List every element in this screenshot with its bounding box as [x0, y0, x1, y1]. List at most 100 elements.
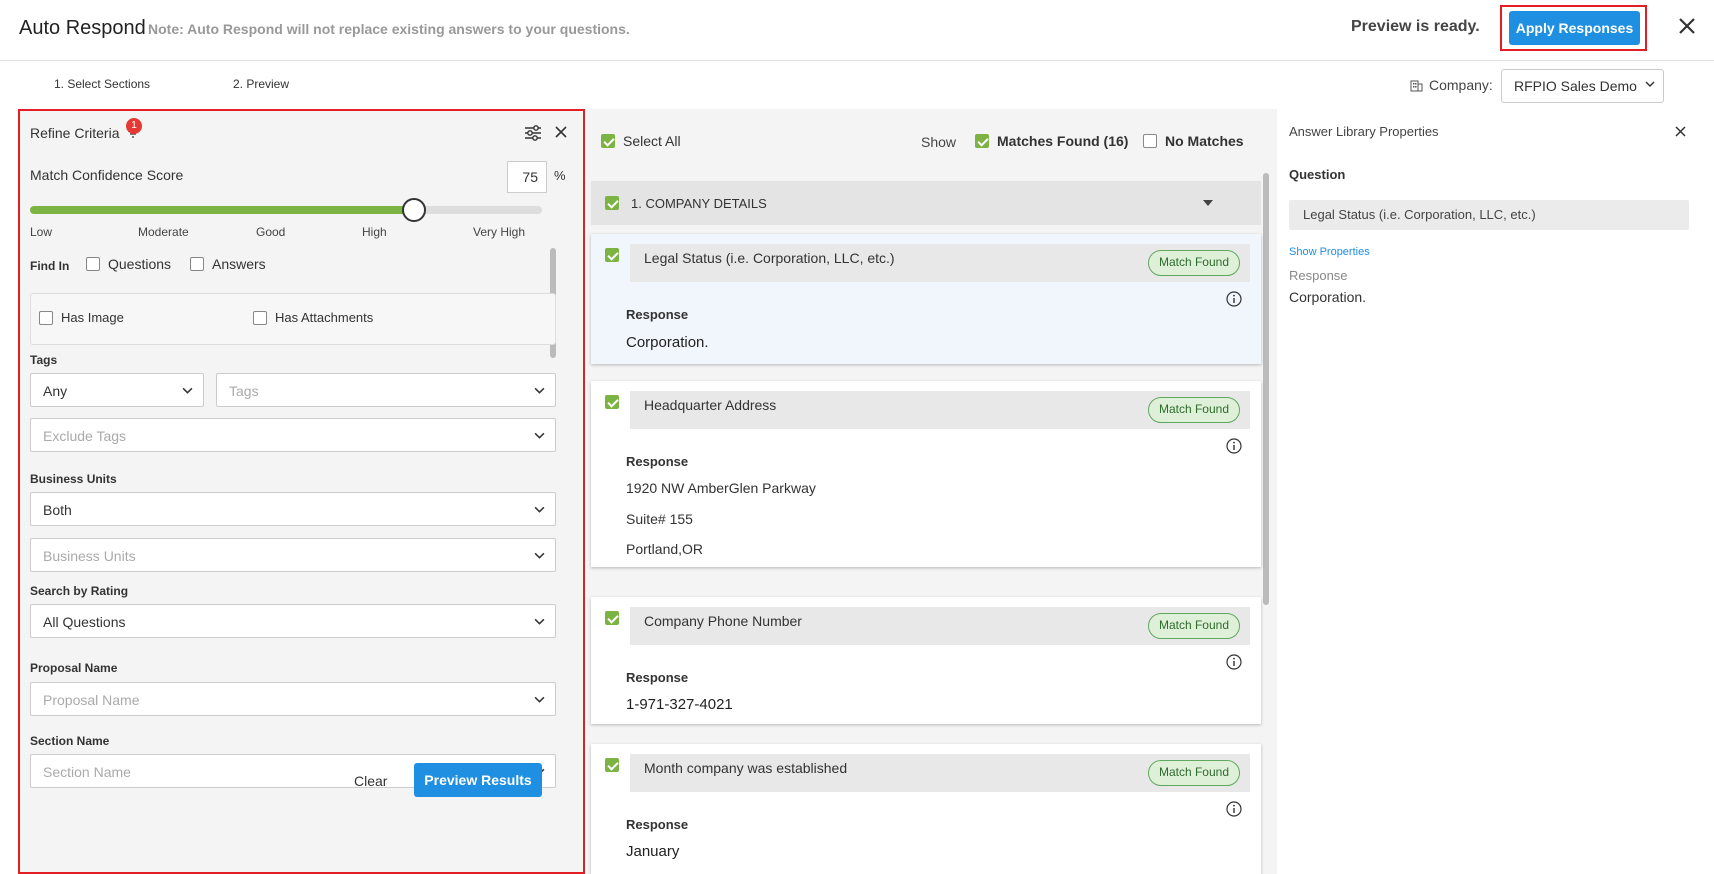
- response-text: Corporation.: [626, 334, 709, 351]
- response-line: Portland,OR: [626, 541, 704, 557]
- caret-down-icon[interactable]: [1203, 200, 1213, 206]
- find-in-answers[interactable]: Answers: [190, 256, 266, 272]
- section-checkbox[interactable]: [605, 196, 619, 210]
- business-units-value: Both: [43, 502, 72, 518]
- matches-found-filter[interactable]: Matches Found (16): [975, 133, 1128, 149]
- section-title: 1. COMPANY DETAILS: [631, 196, 767, 211]
- question-bar: Company Phone Number Match Found: [630, 607, 1250, 645]
- properties-question: Legal Status (i.e. Corporation, LLC, etc…: [1289, 200, 1689, 230]
- close-properties-icon[interactable]: [1675, 122, 1686, 142]
- has-attachments-checkbox[interactable]: [253, 310, 267, 325]
- question-text: Month company was established: [644, 760, 848, 776]
- info-icon[interactable]: [1226, 654, 1242, 670]
- result-card[interactable]: Headquarter Address Match Found Response…: [591, 381, 1261, 567]
- header-bar: Auto Respond Note: Auto Respond will not…: [0, 0, 1714, 61]
- scale-very-high: Very High: [473, 225, 526, 239]
- chevron-down-icon: [534, 432, 545, 439]
- tags-select[interactable]: Tags: [216, 373, 556, 407]
- close-icon[interactable]: [1677, 16, 1697, 40]
- clear-button[interactable]: Clear: [354, 773, 387, 789]
- question-bar: Month company was established Match Foun…: [630, 754, 1250, 792]
- response-line: 1920 NW AmberGlen Parkway: [626, 480, 816, 496]
- filter-count-badge: 1: [126, 118, 142, 134]
- business-units-select[interactable]: Business Units: [30, 538, 556, 572]
- question-text: Company Phone Number: [644, 613, 802, 629]
- matches-found-label: Matches Found (16): [997, 133, 1129, 149]
- exclude-tags-select[interactable]: Exclude Tags: [30, 418, 556, 452]
- no-matches-checkbox[interactable]: [1143, 134, 1157, 148]
- question-text: Legal Status (i.e. Corporation, LLC, etc…: [644, 250, 895, 266]
- rating-select[interactable]: All Questions: [30, 604, 556, 638]
- chevron-down-icon: [534, 696, 545, 703]
- response-text: January: [626, 843, 680, 860]
- answers-checkbox[interactable]: [190, 257, 204, 271]
- select-all-checkbox[interactable]: [601, 134, 615, 148]
- tags-mode-value: Any: [43, 383, 68, 399]
- result-card[interactable]: Month company was established Match Foun…: [591, 744, 1261, 874]
- step-preview[interactable]: 2. Preview: [233, 77, 289, 91]
- steps-bar: 1. Select Sections 2. Preview Company: R…: [0, 61, 1714, 110]
- card-checkbox[interactable]: [605, 395, 619, 409]
- confidence-score-input[interactable]: [507, 161, 547, 193]
- chevron-down-icon: [1645, 81, 1655, 87]
- sliders-icon[interactable]: [523, 123, 543, 143]
- business-units-label: Business Units: [30, 472, 117, 486]
- confidence-slider-track[interactable]: [30, 206, 542, 214]
- info-icon[interactable]: [1226, 801, 1242, 817]
- apply-responses-button[interactable]: Apply Responses: [1509, 11, 1640, 45]
- tags-placeholder: Tags: [229, 383, 259, 399]
- info-icon[interactable]: [1226, 438, 1242, 454]
- company-label-text: Company:: [1429, 77, 1493, 93]
- question-bar: Legal Status (i.e. Corporation, LLC, etc…: [630, 244, 1250, 282]
- question-bar: Headquarter Address Match Found: [630, 391, 1250, 429]
- matches-found-checkbox[interactable]: [975, 134, 989, 148]
- percent-sign: %: [554, 168, 566, 183]
- has-attachments-option[interactable]: Has Attachments: [253, 310, 373, 325]
- confidence-slider-handle[interactable]: [402, 198, 426, 222]
- results-scrollbar[interactable]: [1263, 173, 1269, 605]
- questions-checkbox[interactable]: [86, 257, 100, 271]
- response-label: Response: [626, 817, 689, 832]
- apply-highlight-frame: Apply Responses: [1500, 5, 1647, 51]
- business-units-mode-select[interactable]: Both: [30, 492, 556, 526]
- result-card[interactable]: Legal Status (i.e. Corporation, LLC, etc…: [591, 234, 1261, 364]
- no-matches-filter[interactable]: No Matches: [1143, 133, 1244, 149]
- card-checkbox[interactable]: [605, 758, 619, 772]
- result-card[interactable]: Company Phone Number Match Found Respons…: [591, 597, 1261, 724]
- find-in-questions[interactable]: Questions: [86, 256, 171, 272]
- rating-label: Search by Rating: [30, 584, 129, 598]
- properties-title: Answer Library Properties: [1289, 124, 1439, 139]
- step-select-sections[interactable]: 1. Select Sections: [54, 77, 150, 91]
- select-all-label: Select All: [623, 133, 681, 149]
- select-all-option[interactable]: Select All: [601, 133, 681, 149]
- preview-results-button[interactable]: Preview Results: [414, 763, 542, 797]
- section-header[interactable]: 1. COMPANY DETAILS: [591, 181, 1261, 225]
- has-image-label: Has Image: [61, 310, 124, 325]
- extra-options-box: Has Image Has Attachments: [30, 293, 556, 345]
- has-attachments-label: Has Attachments: [275, 310, 374, 325]
- find-in-label: Find In: [30, 259, 70, 273]
- scale-good: Good: [256, 225, 286, 239]
- show-properties-link[interactable]: Show Properties: [1289, 246, 1370, 258]
- question-text: Headquarter Address: [644, 397, 777, 413]
- close-refine-icon[interactable]: [555, 123, 567, 141]
- card-checkbox[interactable]: [605, 248, 619, 262]
- chevron-down-icon: [534, 618, 545, 625]
- company-value: RFPIO Sales Demo: [1514, 78, 1637, 94]
- card-checkbox[interactable]: [605, 611, 619, 625]
- scale-moderate: Moderate: [138, 225, 189, 239]
- has-image-option[interactable]: Has Image: [39, 310, 124, 325]
- chevron-down-icon: [534, 387, 545, 394]
- has-image-checkbox[interactable]: [39, 310, 53, 325]
- properties-question-label: Question: [1289, 167, 1346, 182]
- refine-criteria-title: Refine Criteria: [30, 125, 139, 141]
- tags-mode-select[interactable]: Any: [30, 373, 204, 407]
- company-label: Company:: [1410, 77, 1493, 93]
- chevron-down-icon: [534, 506, 545, 513]
- chevron-down-icon: [534, 552, 545, 559]
- info-icon[interactable]: [1226, 291, 1242, 307]
- company-select[interactable]: RFPIO Sales Demo: [1501, 69, 1664, 103]
- proposal-name-select[interactable]: Proposal Name: [30, 682, 556, 716]
- properties-response-label: Response: [1289, 268, 1348, 283]
- refine-criteria-panel: Refine Criteria 1 Match Confidence Score…: [18, 109, 585, 874]
